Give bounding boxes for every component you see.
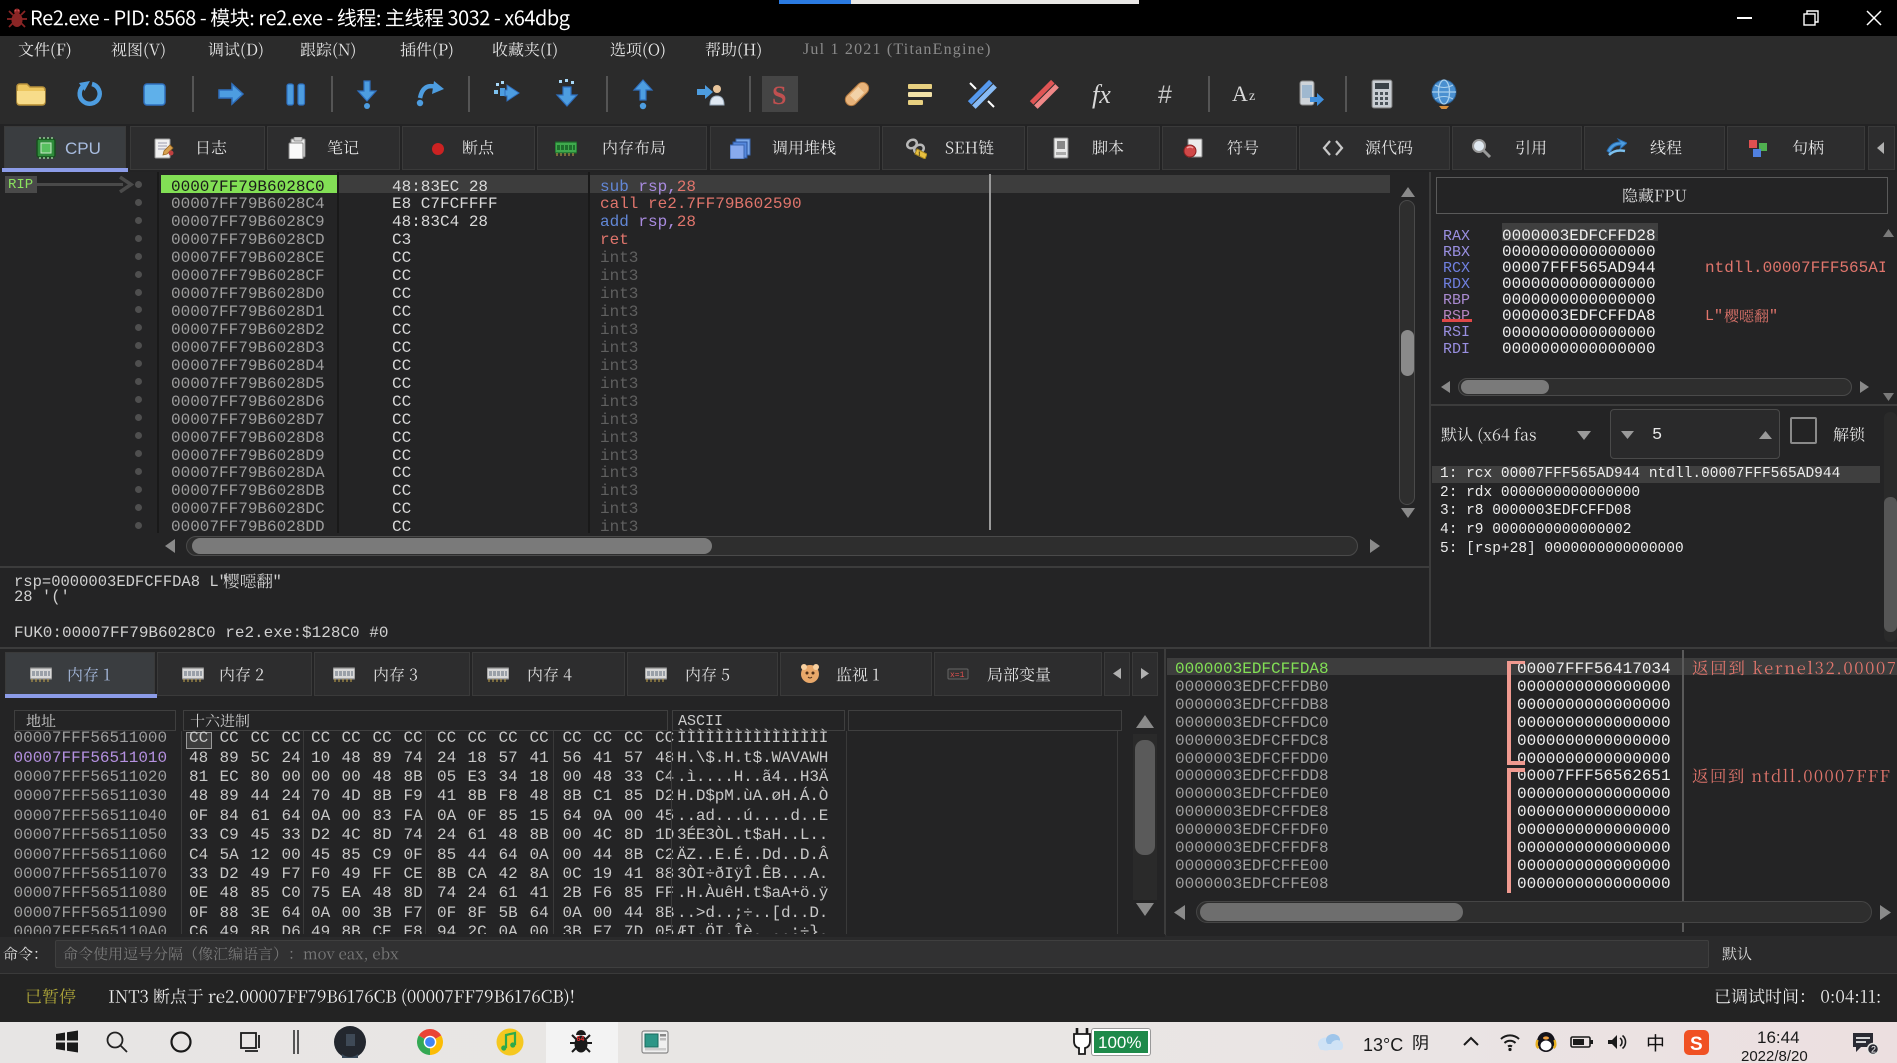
svg-text:!: ! [918,150,921,159]
svg-text:2: 2 [1871,1045,1876,1055]
svg-text:64: 64 [577,1036,585,1043]
svg-text:x=1: x=1 [950,671,965,680]
